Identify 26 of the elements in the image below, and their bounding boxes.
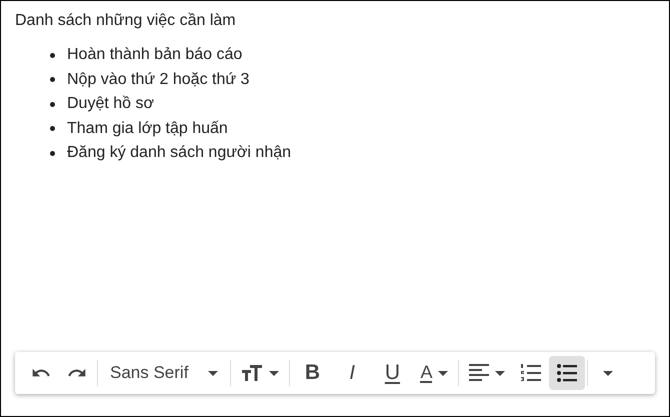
list-item-text: Tham gia lớp tập huấn: [67, 118, 228, 138]
bullet-icon: [50, 102, 55, 107]
caret-icon: [208, 370, 218, 376]
caret-icon: [495, 370, 506, 376]
numbered-list-icon: [521, 364, 542, 382]
message-heading: Danh sách những việc cần làm: [15, 11, 237, 31]
italic-button[interactable]: I: [332, 356, 372, 390]
list-item-text: Hoàn thành bản báo cáo: [67, 45, 242, 65]
bulleted-list-button[interactable]: [549, 356, 586, 390]
list-item-text: Đăng ký danh sách người nhận: [67, 143, 292, 163]
bullet-icon: [50, 52, 55, 58]
text-size-icon: [241, 364, 264, 382]
caret-icon: [269, 370, 280, 376]
list-item-text: Nộp vào thứ 2 hoặc thứ 3: [67, 70, 250, 90]
underline-button[interactable]: U: [372, 356, 412, 390]
bulleted-list-icon: [557, 364, 578, 382]
caret-icon: [438, 370, 448, 376]
list-item-text: Duyệt hồ sơ: [67, 94, 154, 114]
bullet-icon: [50, 77, 55, 82]
bullet-icon: [50, 150, 55, 156]
caret-icon: [603, 370, 614, 376]
text-color-button[interactable]: A: [412, 356, 456, 390]
bold-button[interactable]: B: [292, 356, 332, 390]
font-dropdown[interactable]: Sans Serif: [100, 356, 228, 390]
align-left-icon: [469, 364, 490, 382]
bullet-icon: [50, 126, 55, 132]
